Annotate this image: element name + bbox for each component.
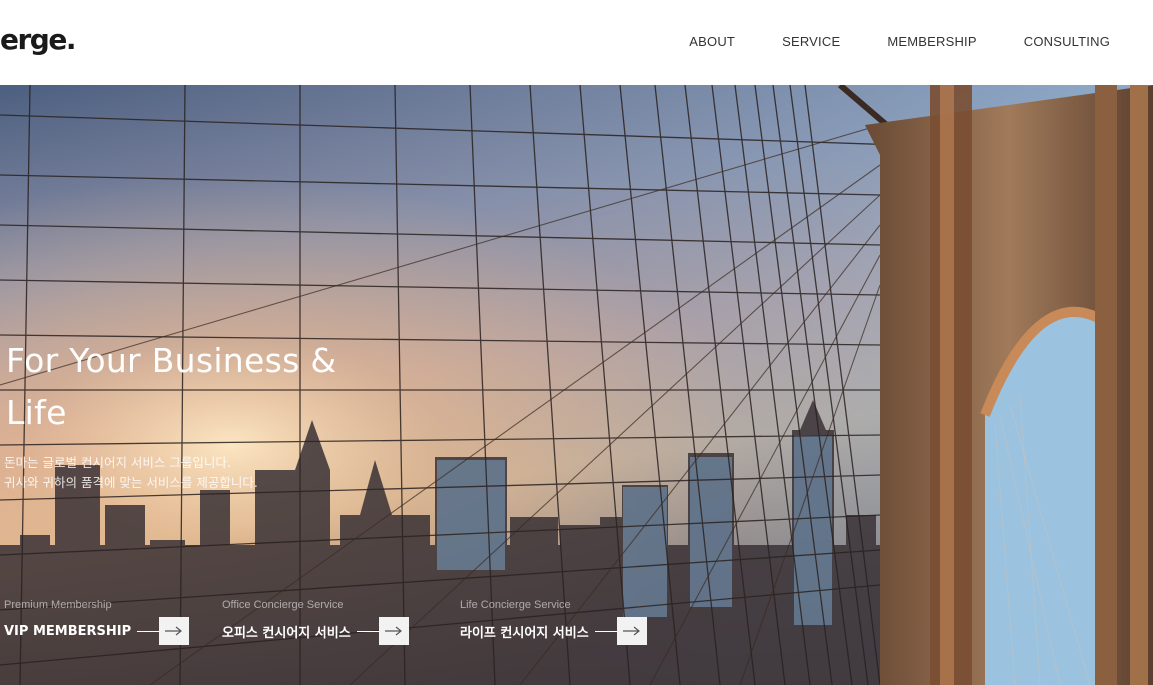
link-label: 라이프 컨시어지 서비스 xyxy=(460,625,589,641)
nav-membership[interactable]: MEMBERSHIP xyxy=(887,34,976,49)
arrow-right-icon xyxy=(165,626,183,636)
main-nav: ABOUT SERVICE MEMBERSHIP CONSULTING xyxy=(642,34,1110,49)
life-concierge-link[interactable]: Life Concierge Service 라이프 컨시어지 서비스 xyxy=(460,599,647,645)
link-label: VIP MEMBERSHIP xyxy=(4,623,132,639)
link-label: 오피스 컨시어지 서비스 xyxy=(222,625,351,641)
description-line-2: 귀사와 귀하의 품격에 맞는 서비스를 제공합니다. xyxy=(4,475,258,490)
arrow-right-icon xyxy=(622,626,640,636)
nav-service[interactable]: SERVICE xyxy=(782,34,840,49)
logo[interactable]: erge. xyxy=(0,26,76,54)
vip-membership-link[interactable]: Premium Membership VIP MEMBERSHIP xyxy=(4,599,190,645)
arrow-right-icon xyxy=(384,626,402,636)
hero-banner: For Your Business & Life 돈마는 글로벌 컨시어지 서비… xyxy=(0,85,1153,685)
nav-consulting[interactable]: CONSULTING xyxy=(1024,34,1110,49)
nav-about[interactable]: ABOUT xyxy=(689,34,735,49)
service-links: Premium Membership VIP MEMBERSHIP Office… xyxy=(0,599,1153,659)
hero-headline: For Your Business & Life xyxy=(6,335,336,439)
hero-description: 돈마는 글로벌 컨시어지 서비스 그룹입니다. 귀사와 귀하의 품격에 맞는 서… xyxy=(4,453,258,493)
link-subtitle: Premium Membership xyxy=(4,599,112,611)
link-subtitle: Life Concierge Service xyxy=(460,599,571,611)
headline-line-1: For Your Business & xyxy=(6,341,337,380)
description-line-1: 돈마는 글로벌 컨시어지 서비스 그룹입니다. xyxy=(4,455,231,470)
site-header: erge. ABOUT SERVICE MEMBERSHIP CONSULTIN… xyxy=(0,0,1153,85)
arrow-button[interactable] xyxy=(594,617,647,645)
headline-line-2: Life xyxy=(6,393,67,432)
arrow-button[interactable] xyxy=(137,617,190,645)
arrow-button[interactable] xyxy=(356,617,409,645)
link-subtitle: Office Concierge Service xyxy=(222,599,344,611)
office-concierge-link[interactable]: Office Concierge Service 오피스 컨시어지 서비스 xyxy=(222,599,409,645)
